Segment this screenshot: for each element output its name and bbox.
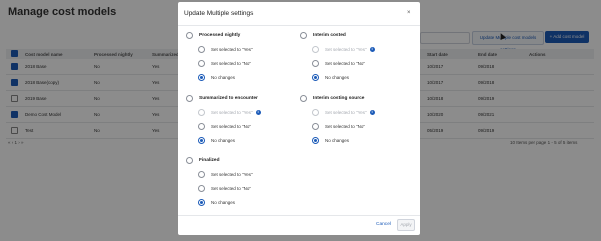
option-no-changes[interactable]: No changes (198, 199, 235, 206)
option-no[interactable]: Set selected to "No" (198, 60, 251, 67)
group-radio[interactable] (186, 157, 193, 164)
option-yes[interactable]: Set selected to "Yes" (198, 46, 253, 53)
info-icon[interactable]: i (369, 110, 375, 115)
group-interim-costed: Interim costed Set selected to "Yes" i Se… (300, 32, 410, 88)
group-header: Interim costed (300, 32, 346, 39)
apply-button[interactable]: Apply (397, 219, 415, 231)
cancel-button[interactable]: Cancel (376, 222, 391, 227)
group-label: Finalized (199, 158, 220, 163)
group-label: Summarized to encounter (199, 96, 258, 101)
option-no[interactable]: Set selected to "No" (198, 123, 251, 130)
group-radio[interactable] (300, 32, 307, 39)
update-settings-dialog: Update Multiple settings × Processed nig… (178, 2, 420, 235)
option-no[interactable]: Set selected to "No" (198, 185, 251, 192)
group-header: Summarized to encounter (186, 95, 258, 102)
option-yes: Set selected to "Yes" i (312, 46, 375, 53)
info-icon[interactable]: i (369, 47, 375, 52)
option-no-changes[interactable]: No changes (312, 137, 349, 144)
option-no-changes[interactable]: No changes (198, 74, 235, 81)
group-interim-source: Interim costing source Set selected to "… (300, 95, 410, 151)
group-processed-nightly: Processed nightly Set selected to "Yes" … (186, 32, 296, 88)
group-label: Processed nightly (199, 33, 241, 38)
option-no[interactable]: Set selected to "No" (312, 60, 365, 67)
group-finalized: Finalized Set selected to "Yes" Set sele… (186, 157, 296, 213)
option-no[interactable]: Set selected to "No" (312, 123, 365, 130)
option-no-changes[interactable]: No changes (312, 74, 349, 81)
group-radio[interactable] (300, 95, 307, 102)
option-yes: Set selected to "Yes" i (198, 109, 261, 116)
group-summarized: Summarized to encounter Set selected to … (186, 95, 296, 151)
group-header: Finalized (186, 157, 220, 164)
option-yes[interactable]: Set selected to "Yes" (198, 171, 253, 178)
option-no-changes[interactable]: No changes (198, 137, 235, 144)
group-label: Interim costed (313, 33, 346, 38)
group-header: Processed nightly (186, 32, 240, 39)
group-header: Interim costing source (300, 95, 364, 102)
close-icon[interactable]: × (407, 10, 411, 16)
dialog-title: Update Multiple settings (184, 10, 254, 17)
info-icon[interactable]: i (255, 110, 261, 115)
group-radio[interactable] (186, 32, 193, 39)
group-label: Interim costing source (313, 96, 365, 101)
header-divider (178, 25, 420, 26)
option-yes: Set selected to "Yes" i (312, 109, 375, 116)
group-radio[interactable] (186, 95, 193, 102)
footer-divider (178, 215, 420, 216)
